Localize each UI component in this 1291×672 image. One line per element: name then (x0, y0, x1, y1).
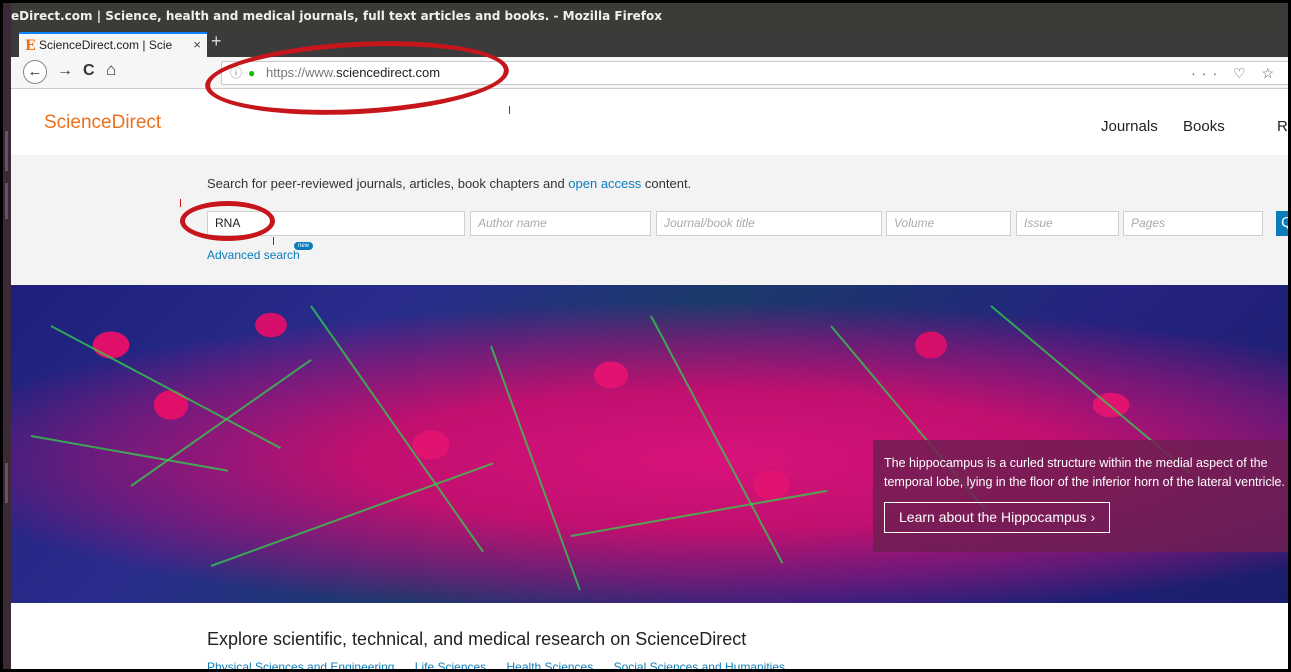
back-button[interactable]: ← (23, 60, 47, 84)
desktop-launcher (3, 3, 11, 669)
hero-texture (210, 462, 494, 567)
nav-books[interactable]: Books (1183, 118, 1225, 135)
annotation-tick (180, 199, 181, 207)
subject-link[interactable]: Social Sciences and Humanities (614, 660, 785, 669)
hero-image: The hippocampus is a curled structure wi… (11, 285, 1288, 603)
launcher-indicator (5, 183, 8, 219)
keywords-input[interactable]: RNA (207, 211, 465, 236)
open-access-link[interactable]: open access (568, 176, 641, 191)
hero-caption-text: The hippocampus is a curled structure wi… (884, 456, 1285, 489)
hero-texture (50, 325, 282, 449)
hero-texture (310, 305, 484, 553)
screenshot-frame: eDirect.com | Science, health and medica… (0, 0, 1291, 672)
info-icon[interactable]: ⓘ (230, 62, 242, 84)
intro-text: Search for peer-reviewed journals, artic… (207, 176, 569, 191)
search-icon[interactable]: Q (1276, 211, 1288, 236)
tab-label: ScienceDirect.com | Scie (39, 38, 173, 52)
hero-caption: The hippocampus is a curled structure wi… (873, 440, 1288, 552)
launcher-indicator (5, 131, 8, 171)
hero-texture (490, 345, 581, 591)
url-prefix: https://www. (266, 65, 337, 80)
subject-links: Physical Sciences and Engineering Life S… (207, 660, 802, 669)
subject-link[interactable]: Health Sciences (507, 660, 594, 669)
explore-heading: Explore scientific, technical, and medic… (207, 629, 747, 649)
nav-journals[interactable]: Journals (1101, 118, 1158, 135)
hero-texture (570, 489, 828, 537)
tab-strip: E ScienceDirect.com | Scie × + (11, 29, 1288, 57)
reload-button[interactable]: C (83, 62, 95, 80)
close-icon[interactable]: × (193, 34, 201, 56)
learn-more-button[interactable]: Learn about the Hippocampus › (884, 502, 1111, 533)
page-actions[interactable]: ··· ♡ ☆ (1191, 62, 1280, 84)
tab-sciencedirect[interactable]: E ScienceDirect.com | Scie × (19, 32, 207, 57)
advanced-search-link[interactable]: Advanced search (207, 248, 300, 262)
elsevier-favicon-icon: E (25, 38, 36, 54)
journal-input[interactable]: Journal/book title (656, 211, 882, 236)
url-domain: sciencedirect.com (336, 65, 441, 80)
author-input[interactable]: Author name (470, 211, 651, 236)
hero-texture (30, 435, 229, 472)
subject-link[interactable]: Life Sciences (415, 660, 486, 669)
search-intro: Search for peer-reviewed journals, artic… (207, 176, 691, 191)
search-panel: Search for peer-reviewed journals, artic… (11, 155, 1288, 285)
volume-input[interactable]: Volume (886, 211, 1011, 236)
nav-register[interactable]: Re (1277, 118, 1288, 135)
annotation-tick (273, 237, 274, 245)
address-bar[interactable]: ⓘ ● https://www.sciencedirect.com ··· ♡ … (221, 61, 1288, 85)
subject-link[interactable]: Physical Sciences and Engineering (207, 660, 394, 669)
pages-input[interactable]: Pages (1123, 211, 1263, 236)
new-badge: new (294, 242, 314, 250)
sciencedirect-logo[interactable]: ScienceDirect (44, 112, 161, 134)
new-tab-button[interactable]: + (211, 31, 222, 52)
forward-button[interactable]: → (57, 62, 73, 80)
window-title: eDirect.com | Science, health and medica… (11, 3, 1288, 29)
hero-texture (650, 315, 784, 564)
annotation-tick (509, 106, 510, 114)
url-text[interactable]: https://www.sciencedirect.com (266, 62, 440, 84)
issue-input[interactable]: Issue (1016, 211, 1119, 236)
site-header: ScienceDirect Journals Books Re (11, 89, 1288, 155)
home-button[interactable]: ⌂ (106, 60, 116, 80)
intro-text-end: content. (641, 176, 692, 191)
browser-toolbar: ← → C ⌂ ⓘ ● https://www.sciencedirect.co… (11, 57, 1288, 89)
lock-icon: ● (248, 66, 256, 80)
launcher-indicator (5, 463, 8, 503)
